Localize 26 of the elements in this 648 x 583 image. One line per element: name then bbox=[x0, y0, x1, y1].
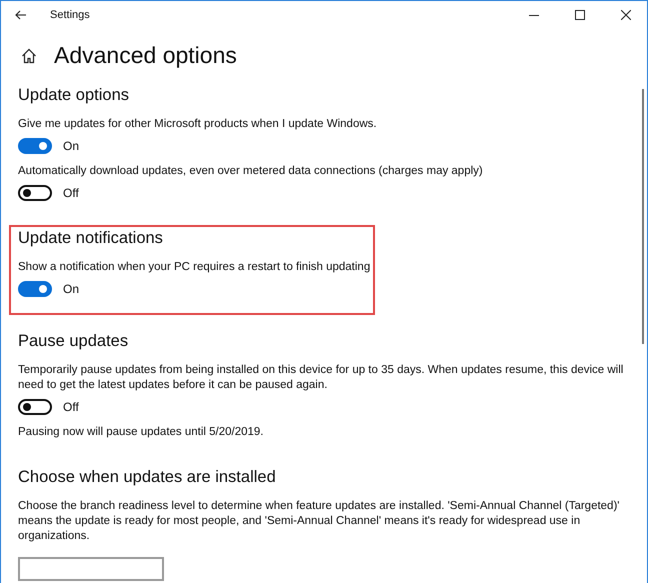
back-arrow-icon[interactable] bbox=[15, 10, 27, 20]
section-heading: Pause updates bbox=[18, 332, 128, 351]
setting-description: Give me updates for other Microsoft products when I update Windows. bbox=[18, 117, 377, 132]
setting-description: Automatically download updates, even over metered data connections (charges may apply) bbox=[18, 164, 483, 179]
toggle-switch[interactable] bbox=[18, 185, 52, 201]
section-heading: Update options bbox=[18, 86, 129, 105]
scrollbar[interactable] bbox=[642, 89, 644, 344]
info-text: Pausing now will pause updates until 5/20/2019. bbox=[18, 425, 264, 440]
window-title: Settings bbox=[50, 8, 90, 20]
toggle-switch[interactable] bbox=[18, 138, 52, 154]
toggle-state-label: On bbox=[63, 139, 80, 153]
info-text: Choose the branch readiness level to determine when feature updates are installed. 'Semi-Annual Channel (Targeted)' means the update is ready for most people, and 'Semi-Annual Channel' means it's ready for widespread use in organizations. bbox=[18, 499, 620, 544]
home-icon[interactable] bbox=[21, 48, 37, 64]
toggle-state-label: Off bbox=[63, 186, 79, 200]
maximize-icon[interactable] bbox=[575, 10, 585, 20]
dropdown-field[interactable] bbox=[18, 557, 164, 581]
toggle-state-label: On bbox=[63, 282, 80, 296]
toggle-state-label: Off bbox=[63, 400, 79, 414]
close-icon[interactable] bbox=[621, 10, 631, 20]
section-heading: Update notifications bbox=[18, 229, 163, 248]
setting-description: Temporarily pause updates from being installed on this device for up to 35 days. When updates resume, this device will need to get the latest updates before it can be paused again. bbox=[18, 363, 624, 393]
page-title: Advanced options bbox=[54, 42, 237, 69]
setting-description: Show a notification when your PC requires a restart to finish updating bbox=[18, 260, 370, 275]
toggle-switch[interactable] bbox=[18, 399, 52, 415]
toggle-switch[interactable] bbox=[18, 281, 52, 297]
section-heading: Choose when updates are installed bbox=[18, 468, 276, 487]
